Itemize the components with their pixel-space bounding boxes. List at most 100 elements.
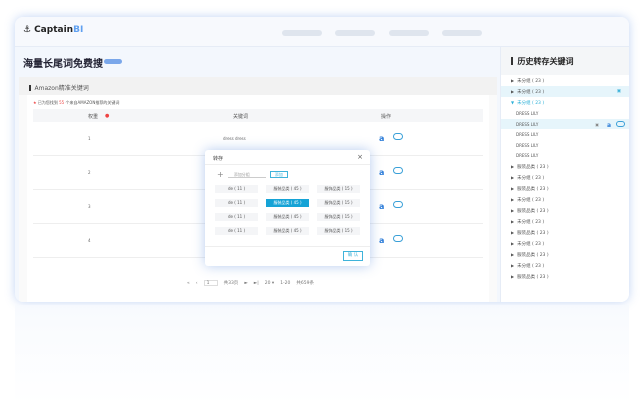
cloud-save-icon[interactable] — [393, 167, 403, 174]
caret-right-icon: ▶ — [511, 196, 515, 202]
cloud-save-icon[interactable] — [616, 120, 625, 127]
row-rank: 1 — [88, 136, 91, 141]
sidebar-group[interactable]: ▶ 服装品类 ( 23 ) — [501, 161, 629, 172]
sidebar-group[interactable]: ▶ 未分组 ( 23 ) — [501, 216, 629, 227]
group-tag[interactable]: 服装品类 ( 45 ) — [266, 227, 309, 235]
sidebar-group[interactable]: ▶ 服装品类 ( 23 ) — [501, 249, 629, 260]
amazon-icon[interactable]: a — [379, 134, 384, 143]
row-rank: 4 — [88, 238, 91, 243]
col-weight: 权重 — [88, 114, 99, 120]
amazon-icon[interactable]: a — [379, 168, 384, 177]
group-tag[interactable]: de ( 11 ) — [215, 213, 258, 221]
sidebar-keyword[interactable]: DRESS LILY — [501, 108, 629, 119]
sidebar-group[interactable]: ▶ 未分组 ( 23 ) — [501, 260, 629, 271]
keyword-label: DRESS LILY — [516, 132, 539, 137]
sidebar-group[interactable]: ▶ 未分组 ( 23 ) — [501, 75, 629, 86]
sidebar-group[interactable]: ▶ 服装品类 ( 23 ) — [501, 205, 629, 216]
sidebar-keyword[interactable]: DRESS LILY ▣ a — [501, 118, 629, 129]
sidebar-group[interactable]: ▶ 服装品类 ( 23 ) — [501, 271, 629, 282]
group-tag[interactable]: 服饰品类 ( 15 ) — [317, 213, 360, 221]
keyword-label: DRESS LILY — [516, 121, 539, 127]
nav-placeholder[interactable] — [282, 30, 322, 36]
cloud-save-icon[interactable] — [393, 235, 403, 242]
caret-right-icon: ▶ — [511, 78, 515, 83]
total-count: 共659条 — [296, 281, 314, 286]
caret-right-icon: ▶ — [511, 262, 515, 268]
next-page-button[interactable]: ► — [244, 281, 247, 286]
group-tag[interactable]: 服饰品类 ( 15 ) — [317, 185, 360, 193]
sidebar-group[interactable]: ▶ 未分组 ( 23 ) — [501, 238, 629, 249]
caret-right-icon: ▶ — [511, 89, 515, 94]
sidebar-keyword[interactable]: DRESS LILY — [501, 129, 629, 140]
sidebar-group[interactable]: ▼ 未分组 ( 23 ) — [501, 97, 629, 108]
result-note: ★ 已为您找到 55 个来自AMAZON推荐的关键词 — [33, 100, 120, 105]
keyword-label: DRESS LILY — [516, 142, 539, 148]
group-tag[interactable]: 服装品类 ( 45 ) — [266, 213, 309, 221]
logo[interactable]: ⚓ Captain BI — [23, 25, 83, 35]
amazon-icon[interactable]: a — [607, 122, 611, 129]
prev-page-button[interactable]: ‹ — [196, 281, 198, 286]
range-text: 1-20 — [280, 280, 291, 286]
caret-right-icon: ▶ — [511, 251, 515, 257]
sidebar-keyword[interactable]: DRESS LILY — [501, 140, 629, 151]
group-tag[interactable]: de ( 11 ) — [215, 185, 258, 193]
group-tag[interactable]: 服装品类 ( 45 ) — [266, 185, 309, 193]
group-label: 未分组 ( 23 ) — [517, 101, 545, 106]
help-icon[interactable]: ● — [105, 113, 109, 119]
caret-right-icon: ▶ — [511, 240, 515, 246]
caret-right-icon: ▶ — [511, 273, 515, 279]
add-group-button[interactable]: 添加 — [269, 171, 288, 178]
group-tag[interactable]: 服装品类 ( 45 ) — [266, 199, 309, 207]
group-label: 未分组 ( 23 ) — [517, 219, 545, 225]
pagination: « ‹ 1 共33页 ► ►| 20 ▾ 1-20 共659条 — [187, 280, 314, 286]
sidebar-keyword[interactable]: DRESS LILY — [501, 150, 629, 161]
delete-icon[interactable]: ▣ — [595, 122, 599, 127]
group-label: 未分组 ( 23 ) — [517, 241, 545, 247]
nav-placeholder[interactable] — [442, 30, 482, 36]
nav-placeholder[interactable] — [389, 30, 429, 36]
cloud-save-icon[interactable] — [393, 133, 403, 140]
group-tag[interactable]: 服饰品类 ( 15 ) — [317, 227, 360, 235]
cloud-save-icon[interactable] — [393, 201, 403, 208]
close-icon[interactable]: × — [357, 153, 363, 161]
sidebar-group[interactable]: ▶ 未分组 ( 23 ) — [501, 172, 629, 183]
row-rank: 3 — [88, 204, 91, 209]
page-input[interactable]: 1 — [203, 280, 218, 286]
col-keyword: 关键词 — [233, 114, 249, 120]
caret-right-icon: ▶ — [511, 163, 515, 169]
group-input[interactable]: 添加分组 — [227, 172, 266, 178]
plus-icon[interactable]: + — [217, 170, 224, 179]
section-title: Amazon精准关键词 — [19, 77, 497, 95]
col-action: 操作 — [381, 114, 392, 120]
amazon-icon[interactable]: a — [379, 202, 384, 211]
row-rank: 2 — [88, 170, 91, 175]
history-sidebar: 历史转存关键词 ▶ 未分组 ( 23 ) ▶ 未分组 ( 23 ) ▣ ▼ 未分组 ( 23… — [500, 47, 629, 302]
caret-right-icon: ▶ — [511, 174, 515, 180]
amazon-icon[interactable]: a — [379, 236, 384, 245]
group-tag[interactable]: 服饰品类 ( 15 ) — [317, 199, 360, 207]
caret-right-icon: ▶ — [511, 218, 515, 224]
page-size-select[interactable]: 20 ▾ — [265, 281, 274, 286]
title-badge — [104, 59, 122, 64]
table-header: 权重 ● 关键词 操作 — [33, 109, 483, 122]
caret-right-icon: ▶ — [511, 185, 515, 191]
group-tag[interactable]: de ( 11 ) — [215, 227, 258, 235]
caret-right-icon: ▶ — [511, 207, 515, 213]
group-tag[interactable]: de ( 11 ) — [215, 199, 258, 207]
nav-placeholder[interactable] — [335, 30, 375, 36]
sidebar-group[interactable]: ▶ 服装品类 ( 23 ) — [501, 227, 629, 238]
top-nav: ⚓ Captain BI — [15, 17, 629, 47]
group-label: 服装品类 ( 23 ) — [517, 274, 549, 280]
last-page-button[interactable]: ►| — [254, 281, 259, 286]
group-label: 服装品类 ( 23 ) — [517, 208, 549, 214]
sidebar-group[interactable]: ▶ 未分组 ( 23 ) — [501, 194, 629, 205]
confirm-button[interactable]: 确 认 — [343, 251, 363, 261]
caret-down-icon: ▼ — [511, 100, 515, 105]
sidebar-group[interactable]: ▶ 未分组 ( 23 ) ▣ — [501, 86, 629, 97]
logo-accent: BI — [73, 25, 84, 35]
reflection — [15, 305, 629, 405]
sidebar-group[interactable]: ▶ 服装品类 ( 23 ) — [501, 183, 629, 194]
first-page-button[interactable]: « — [187, 281, 190, 286]
delete-icon[interactable]: ▣ — [617, 89, 621, 94]
group-label: 服装品类 ( 23 ) — [517, 164, 549, 170]
